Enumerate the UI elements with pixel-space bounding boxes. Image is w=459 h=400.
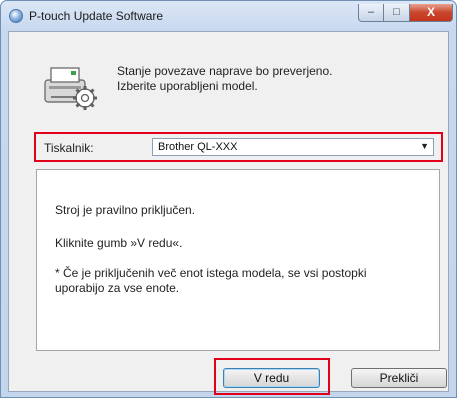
printer-label: Tiskalnik: — [44, 141, 94, 155]
status-message: Stanje povezave naprave bo preverjeno. — [117, 64, 333, 78]
printer-settings-icon — [43, 60, 101, 112]
info-click-ok-text: Kliknite gumb »V redu«. — [55, 236, 183, 250]
printer-model-value: Brother QL-XXX — [158, 141, 238, 153]
printer-model-dropdown[interactable]: Brother QL-XXX ▼ — [152, 138, 434, 156]
minimize-button[interactable]: – — [358, 4, 384, 22]
close-button[interactable]: X — [410, 4, 453, 22]
info-panel: Stroj je pravilno priključen. Kliknite g… — [36, 169, 440, 351]
window-title: P-touch Update Software — [29, 9, 164, 23]
cancel-button[interactable]: Prekliči — [351, 368, 447, 388]
instruction-message: Izberite uporabljeni model. — [117, 79, 258, 93]
dropdown-arrow-icon[interactable]: ▼ — [420, 141, 429, 151]
title-bar[interactable]: P-touch Update Software – □ X — [1, 1, 456, 31]
info-note-text: * Če je priključenih več enot istega mod… — [55, 266, 367, 280]
info-connected-text: Stroj je pravilno priključen. — [55, 203, 196, 217]
maximize-button[interactable]: □ — [384, 4, 410, 22]
dialog-window: P-touch Update Software – □ X Stanje pov… — [0, 0, 457, 398]
ok-button[interactable]: V redu — [223, 368, 320, 388]
printer-selection-highlight: Tiskalnik: Brother QL-XXX ▼ — [34, 132, 443, 162]
info-note-text-continued: uporabijo za vse enote. — [55, 281, 180, 295]
app-icon — [9, 9, 23, 23]
